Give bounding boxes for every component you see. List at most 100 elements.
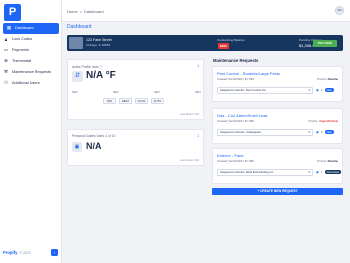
mode-cool-button[interactable]: COOL (135, 98, 148, 104)
priority-value: Routine (327, 159, 338, 163)
request-card[interactable]: Exterior - Paint Created: 04/12/2022 | I… (212, 148, 343, 184)
mode-buttons: OFF HEAT COOL AUTO (103, 98, 164, 104)
property-address: 123 Fake Street Chicago, IL 60654 (86, 38, 112, 47)
request-created: Created: 04/12/2022 | ID: 894 (217, 77, 254, 81)
request-title[interactable]: Exterior - Paint (217, 153, 243, 158)
status-badge: New (324, 130, 334, 134)
status-badge: New (324, 88, 334, 92)
pay-now-button[interactable]: PAY NOW (313, 39, 337, 47)
image-icon[interactable]: ▣ (316, 88, 319, 92)
mode-off-button[interactable]: OFF (103, 98, 116, 104)
vendor-select[interactable]: Assigned to Vendor: Unassigned ▾ (217, 129, 313, 136)
set-label[interactable]: SET (154, 90, 160, 94)
sidebar: P ▦ Dashboard 🔒︎ Lock Codes ▭ Payments ⊕… (0, 0, 62, 263)
sidebar-item-label: Thermostat (12, 59, 32, 64)
request-actions: ▣ 2 New (316, 88, 334, 92)
wrench-icon: ⚒ (3, 69, 9, 75)
guest-codes-card: Personal Guides Used: 1 of 10 1 ▣ N/A La… (67, 129, 204, 166)
priority-label: Priority: (308, 119, 318, 123)
thermostat-profile-label: Active Profile: auto ⓘ (72, 65, 103, 69)
sidebar-item-additional-users[interactable]: ⚇ Additional Users (0, 78, 62, 89)
set-row: SET SET SET SET (72, 90, 201, 94)
collapse-sidebar-button[interactable]: ‹ (51, 249, 58, 256)
sidebar-footer: Propify © 2022 (3, 250, 31, 255)
sidebar-item-maintenance-requests[interactable]: ⚒ Maintenance Requests (0, 67, 62, 78)
city-line: Chicago, IL 60654 (86, 42, 111, 47)
brand-name: Propify (3, 250, 18, 255)
sidebar-item-dashboard[interactable]: ▦ Dashboard (3, 23, 59, 34)
attachment-count: 2 (321, 88, 323, 92)
request-card[interactable]: Pest Control - Rodents/Large Pests Creat… (212, 66, 343, 102)
page-title: Dashboard (67, 24, 92, 30)
request-priority: Priority: Urgent/Critical (308, 119, 338, 123)
vendor-value: Assigned to Vendor: Unassigned (220, 130, 261, 134)
vendor-value: Assigned to Vendor: Pest Control Inc. (220, 88, 267, 92)
chevron-down-icon: ▾ (308, 170, 310, 174)
image-icon[interactable]: ▣ (316, 130, 319, 134)
priority-label: Priority: (317, 77, 327, 81)
balance-label: Outstanding Balance (217, 37, 245, 42)
attachment-count: 2 (321, 130, 323, 134)
lock-icon: 🔒︎ (4, 36, 8, 42)
mode-heat-button[interactable]: HEAT (119, 98, 132, 104)
mode-auto-button[interactable]: AUTO (151, 98, 164, 104)
status-badge: Scheduled (324, 170, 341, 174)
guest-codes-label: Personal Guides Used: 1 of 10 (72, 134, 116, 138)
attachment-count: 1 (321, 170, 323, 174)
thermostat-pager[interactable]: 1 (197, 64, 199, 68)
set-label[interactable]: SET (72, 90, 78, 94)
maintenance-requests-title: Maintenance Requests (213, 58, 259, 63)
vendor-select[interactable]: Assigned to Vendor: West End Painting Co… (217, 169, 313, 176)
sidebar-item-lock-codes[interactable]: 🔒︎ Lock Codes (0, 34, 62, 45)
set-label[interactable]: SET (195, 90, 201, 94)
lock-icon: ▣ (72, 142, 82, 152)
thermostat-card: Active Profile: auto ⓘ 1 ⇵ N/A °F SET SE… (67, 59, 204, 120)
users-icon: ⚇ (3, 80, 9, 86)
sidebar-item-label: Maintenance Requests (12, 70, 51, 75)
sidebar-item-label: Additional Users (12, 81, 40, 86)
copyright: © 2022 (19, 250, 32, 255)
request-created: Created: 04/12/2022 | ID: 895 (217, 119, 254, 123)
request-card[interactable]: Gas - Co2 Alarm/Smell Leak Created: 04/1… (212, 108, 343, 144)
sidebar-item-thermostat[interactable]: ⊕ Thermostat (0, 56, 62, 67)
image-icon[interactable]: ▣ (316, 170, 319, 174)
property-banner: 123 Fake Street Chicago, IL 60654 Outsta… (67, 35, 343, 51)
request-created: Created: 04/12/2022 | ID: 896 (217, 159, 254, 163)
request-actions: ▣ 1 Scheduled (316, 170, 341, 174)
app-logo[interactable]: P (4, 4, 21, 21)
request-priority: Priority: Routine (317, 77, 338, 81)
create-request-button[interactable]: + CREATE NEW REQUEST (212, 188, 343, 195)
set-label[interactable]: SET (113, 90, 119, 94)
request-title[interactable]: Gas - Co2 Alarm/Smell Leak (217, 113, 267, 118)
property-thumbnail (69, 37, 83, 49)
request-priority: Priority: Routine (317, 159, 338, 163)
breadcrumb: Home > Dashboard (67, 9, 104, 14)
thermostat-icon: ⇵ (72, 71, 83, 82)
thermometer-icon: ⊕ (4, 58, 8, 64)
request-title[interactable]: Pest Control - Rodents/Large Pests (217, 71, 280, 76)
breadcrumb-separator: > (79, 9, 83, 14)
priority-label: Priority: (317, 159, 327, 163)
guest-codes-value: N/A (86, 141, 102, 151)
card-icon: ▭ (3, 47, 9, 53)
sidebar-nav: ▦ Dashboard 🔒︎ Lock Codes ▭ Payments ⊕ T… (0, 23, 62, 89)
avatar[interactable]: AS (335, 6, 344, 15)
breadcrumb-home[interactable]: Home (67, 9, 78, 14)
chevron-down-icon: ▾ (308, 88, 310, 92)
sidebar-item-label: Dashboard (15, 26, 34, 31)
guest-codes-pager[interactable]: 1 (197, 134, 199, 138)
request-actions: ▣ 2 New (316, 130, 334, 134)
topbar: Home > Dashboard AS (62, 0, 350, 22)
breadcrumb-current: Dashboard (84, 9, 104, 14)
vendor-value: Assigned to Vendor: West End Painting Co… (220, 170, 274, 174)
priority-value: Routine (327, 77, 338, 81)
address-line: 123 Fake Street (86, 38, 112, 42)
priority-value: Urgent/Critical (318, 119, 338, 123)
vendor-select[interactable]: Assigned to Vendor: Pest Control Inc. ▾ (217, 87, 313, 94)
guest-codes-last-read: Last Read: N/A (180, 158, 199, 162)
thermostat-temperature: N/A °F (86, 70, 116, 81)
chevron-down-icon: ▾ (308, 130, 310, 134)
thermostat-last-read: Last Read: N/A (180, 112, 199, 116)
sidebar-item-payments[interactable]: ▭ Payments (0, 45, 62, 56)
balance-badge: $395 (218, 42, 229, 49)
